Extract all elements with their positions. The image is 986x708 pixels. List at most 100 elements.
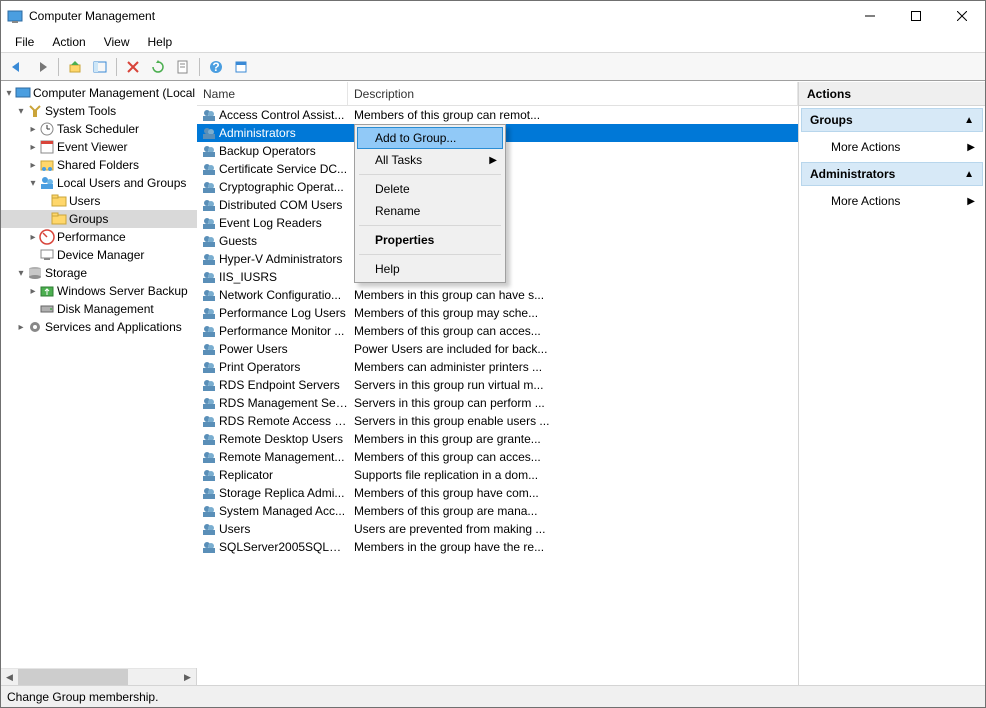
close-button[interactable] — [939, 1, 985, 31]
expand-icon[interactable]: ▸ — [15, 322, 27, 333]
expand-icon[interactable]: ▸ — [27, 232, 39, 243]
scroll-left-button[interactable]: ◀ — [1, 669, 18, 686]
context-all-tasks[interactable]: All Tasks▶ — [357, 149, 503, 171]
main-body: ▾Computer Management (Local ▾System Tool… — [1, 81, 985, 685]
titlebar[interactable]: Computer Management — [1, 1, 985, 31]
list-row[interactable]: RDS Remote Access S...Servers in this gr… — [197, 412, 798, 430]
expand-icon[interactable]: ▸ — [27, 286, 39, 297]
list-row[interactable]: System Managed Acc...Members of this gro… — [197, 502, 798, 520]
group-icon — [201, 179, 217, 195]
list-row[interactable]: ReplicatorSupports file replication in a… — [197, 466, 798, 484]
actions-more-actions-administrators[interactable]: More Actions▶ — [799, 188, 985, 214]
expand-icon[interactable]: ▸ — [27, 160, 39, 171]
list-row[interactable]: Print OperatorsMembers can administer pr… — [197, 358, 798, 376]
context-delete[interactable]: Delete — [357, 178, 503, 200]
list-row[interactable]: Access Control Assist...Members of this … — [197, 106, 798, 124]
scroll-right-button[interactable]: ▶ — [179, 669, 196, 686]
tree-event-viewer[interactable]: ▸Event Viewer — [1, 138, 197, 156]
tree-pane[interactable]: ▾Computer Management (Local ▾System Tool… — [1, 82, 197, 668]
cell-name: Backup Operators — [197, 143, 348, 159]
tree-groups[interactable]: Groups — [1, 210, 197, 228]
export-list-button[interactable] — [171, 56, 195, 78]
context-help[interactable]: Help — [357, 258, 503, 280]
cell-name: Remote Desktop Users — [197, 431, 348, 447]
device-manager-icon — [39, 247, 55, 263]
folder-icon — [51, 193, 67, 209]
tree-services-applications[interactable]: ▸Services and Applications — [1, 318, 197, 336]
group-icon — [201, 269, 217, 285]
tree-local-users-groups[interactable]: ▾Local Users and Groups — [1, 174, 197, 192]
up-button[interactable] — [63, 56, 87, 78]
group-icon — [201, 143, 217, 159]
list-row[interactable]: SQLServer2005SQLBro...Members in the gro… — [197, 538, 798, 556]
list-body[interactable]: Access Control Assist...Members of this … — [197, 106, 798, 685]
context-separator — [359, 174, 501, 175]
collapse-icon[interactable]: ▾ — [15, 106, 27, 117]
group-icon — [201, 503, 217, 519]
forward-button[interactable] — [30, 56, 54, 78]
refresh-button[interactable] — [146, 56, 170, 78]
list-row[interactable]: Remote Desktop UsersMembers in this grou… — [197, 430, 798, 448]
cell-name: Storage Replica Admi... — [197, 485, 348, 501]
tree-disk-management[interactable]: Disk Management — [1, 300, 197, 318]
context-menu: Add to Group... All Tasks▶ Delete Rename… — [354, 124, 506, 283]
list-row[interactable]: RDS Management Ser...Servers in this gro… — [197, 394, 798, 412]
cell-description: Members in this group are grante... — [348, 432, 798, 446]
tree-task-scheduler[interactable]: ▸Task Scheduler — [1, 120, 197, 138]
group-icon — [201, 485, 217, 501]
context-properties[interactable]: Properties — [357, 229, 503, 251]
services-icon — [27, 319, 43, 335]
actions-more-actions-groups[interactable]: More Actions▶ — [799, 134, 985, 160]
list-row[interactable]: Power UsersPower Users are included for … — [197, 340, 798, 358]
menu-action[interactable]: Action — [44, 33, 93, 51]
clock-icon — [39, 121, 55, 137]
tree-root[interactable]: ▾Computer Management (Local — [1, 84, 197, 102]
group-icon — [201, 305, 217, 321]
context-add-to-group[interactable]: Add to Group... — [357, 127, 503, 149]
expand-icon[interactable]: ▸ — [27, 142, 39, 153]
help-button[interactable]: ? — [204, 56, 228, 78]
shared-folders-icon — [39, 157, 55, 173]
maximize-button[interactable] — [893, 1, 939, 31]
list-row[interactable]: Storage Replica Admi...Members of this g… — [197, 484, 798, 502]
back-button[interactable] — [5, 56, 29, 78]
context-separator — [359, 254, 501, 255]
cell-name: Event Log Readers — [197, 215, 348, 231]
list-header: Name Description — [197, 82, 798, 106]
show-hide-tree-button[interactable] — [88, 56, 112, 78]
tree-shared-folders[interactable]: ▸Shared Folders — [1, 156, 197, 174]
cell-description: Members of this group are mana... — [348, 504, 798, 518]
scrollbar-thumb[interactable] — [18, 669, 128, 686]
collapse-icon[interactable]: ▾ — [15, 268, 27, 279]
properties-button[interactable] — [229, 56, 253, 78]
minimize-button[interactable] — [847, 1, 893, 31]
collapse-icon[interactable]: ▾ — [27, 178, 39, 189]
tree-windows-server-backup[interactable]: ▸Windows Server Backup — [1, 282, 197, 300]
tree-device-manager[interactable]: Device Manager — [1, 246, 197, 264]
list-row[interactable]: Performance Monitor ...Members of this g… — [197, 322, 798, 340]
menu-file[interactable]: File — [7, 33, 42, 51]
tree-users[interactable]: Users — [1, 192, 197, 210]
actions-section-administrators[interactable]: Administrators▲ — [801, 162, 983, 186]
column-description[interactable]: Description — [348, 82, 798, 105]
tree-horizontal-scrollbar[interactable]: ◀ ▶ — [1, 668, 196, 685]
delete-button[interactable] — [121, 56, 145, 78]
group-icon — [201, 377, 217, 393]
list-pane: Name Description Access Control Assist..… — [197, 82, 799, 685]
tree-system-tools[interactable]: ▾System Tools — [1, 102, 197, 120]
context-rename[interactable]: Rename — [357, 200, 503, 222]
list-row[interactable]: Performance Log UsersMembers of this gro… — [197, 304, 798, 322]
menu-help[interactable]: Help — [140, 33, 181, 51]
actions-section-groups[interactable]: Groups▲ — [801, 108, 983, 132]
column-name[interactable]: Name — [197, 82, 348, 105]
collapse-icon[interactable]: ▾ — [3, 88, 15, 99]
expand-icon[interactable]: ▸ — [27, 124, 39, 135]
tree-storage[interactable]: ▾Storage — [1, 264, 197, 282]
cell-name: Performance Log Users — [197, 305, 348, 321]
list-row[interactable]: Remote Management...Members of this grou… — [197, 448, 798, 466]
list-row[interactable]: Network Configuratio...Members in this g… — [197, 286, 798, 304]
tree-performance[interactable]: ▸Performance — [1, 228, 197, 246]
list-row[interactable]: UsersUsers are prevented from making ... — [197, 520, 798, 538]
menu-view[interactable]: View — [96, 33, 138, 51]
list-row[interactable]: RDS Endpoint ServersServers in this grou… — [197, 376, 798, 394]
